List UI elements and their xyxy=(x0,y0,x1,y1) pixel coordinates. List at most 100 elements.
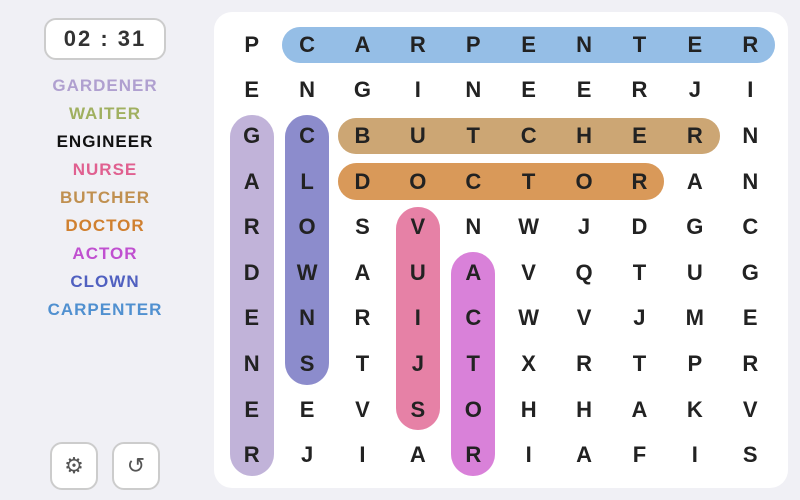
grid-cell[interactable]: M xyxy=(667,296,722,342)
grid-cell[interactable]: V xyxy=(335,387,390,433)
grid-cell[interactable]: V xyxy=(723,387,778,433)
grid-cell[interactable]: S xyxy=(723,432,778,478)
grid-cell[interactable]: R xyxy=(723,22,778,68)
grid-cell[interactable]: A xyxy=(335,250,390,296)
grid-cell[interactable]: I xyxy=(501,432,556,478)
grid-cell[interactable]: H xyxy=(556,387,611,433)
grid-cell[interactable]: E xyxy=(556,68,611,114)
grid-cell[interactable]: I xyxy=(335,432,390,478)
grid-cell[interactable]: S xyxy=(335,204,390,250)
grid-cell[interactable]: R xyxy=(335,296,390,342)
grid-cell[interactable]: J xyxy=(612,296,667,342)
grid-cell[interactable]: U xyxy=(390,250,445,296)
grid-cell[interactable]: A xyxy=(556,432,611,478)
grid-cell[interactable]: D xyxy=(335,159,390,205)
grid-cell[interactable]: J xyxy=(556,204,611,250)
grid-cell[interactable]: G xyxy=(667,204,722,250)
grid-cell[interactable]: N xyxy=(279,296,334,342)
grid-cell[interactable]: I xyxy=(390,68,445,114)
grid-cell[interactable]: C xyxy=(446,159,501,205)
grid-cell[interactable]: C xyxy=(446,296,501,342)
grid-cell[interactable]: A xyxy=(667,159,722,205)
grid-cell[interactable]: P xyxy=(446,22,501,68)
grid-cell[interactable]: O xyxy=(446,387,501,433)
grid-cell[interactable]: K xyxy=(667,387,722,433)
grid-cell[interactable]: E xyxy=(501,22,556,68)
grid-cell[interactable]: V xyxy=(501,250,556,296)
grid-cell[interactable]: N xyxy=(556,22,611,68)
grid-cell[interactable]: T xyxy=(612,22,667,68)
grid-cell[interactable]: W xyxy=(501,296,556,342)
grid-cell[interactable]: O xyxy=(390,159,445,205)
grid-cell[interactable]: X xyxy=(501,341,556,387)
grid-cell[interactable]: U xyxy=(667,250,722,296)
grid-cell[interactable]: F xyxy=(612,432,667,478)
grid-cell[interactable]: G xyxy=(224,113,279,159)
grid-cell[interactable]: O xyxy=(556,159,611,205)
grid-cell[interactable]: R xyxy=(667,113,722,159)
grid-cell[interactable]: V xyxy=(390,204,445,250)
grid-cell[interactable]: A xyxy=(612,387,667,433)
grid-cell[interactable]: E xyxy=(224,296,279,342)
grid-cell[interactable]: W xyxy=(279,250,334,296)
grid-cell[interactable]: E xyxy=(224,387,279,433)
grid-cell[interactable]: I xyxy=(723,68,778,114)
grid-cell[interactable]: D xyxy=(612,204,667,250)
grid-cell[interactable]: G xyxy=(335,68,390,114)
grid-cell[interactable]: T xyxy=(446,341,501,387)
grid-cell[interactable]: P xyxy=(224,22,279,68)
grid-cell[interactable]: C xyxy=(501,113,556,159)
grid-cell[interactable]: R xyxy=(446,432,501,478)
grid-cell[interactable]: H xyxy=(556,113,611,159)
grid-cell[interactable]: S xyxy=(279,341,334,387)
grid-cell[interactable]: R xyxy=(612,68,667,114)
grid-cell[interactable]: N xyxy=(723,113,778,159)
grid-cell[interactable]: S xyxy=(390,387,445,433)
grid-cell[interactable]: R xyxy=(723,341,778,387)
grid-cell[interactable]: J xyxy=(390,341,445,387)
grid-cell[interactable]: E xyxy=(612,113,667,159)
grid-cell[interactable]: R xyxy=(556,341,611,387)
grid-cell[interactable]: A xyxy=(224,159,279,205)
grid-cell[interactable]: H xyxy=(501,387,556,433)
grid-cell[interactable]: T xyxy=(335,341,390,387)
grid-cell[interactable]: E xyxy=(667,22,722,68)
grid-cell[interactable]: T xyxy=(501,159,556,205)
settings-button[interactable]: ⚙ xyxy=(50,442,98,490)
grid-cell[interactable]: A xyxy=(335,22,390,68)
grid-cell[interactable]: C xyxy=(723,204,778,250)
grid-cell[interactable]: D xyxy=(224,250,279,296)
grid-cell[interactable]: O xyxy=(279,204,334,250)
grid-cell[interactable]: E xyxy=(279,387,334,433)
grid-cell[interactable]: C xyxy=(279,22,334,68)
grid-cell[interactable]: E xyxy=(723,296,778,342)
grid-cell[interactable]: J xyxy=(667,68,722,114)
grid-cell[interactable]: U xyxy=(390,113,445,159)
grid-cell[interactable]: R xyxy=(390,22,445,68)
grid-cell[interactable]: L xyxy=(279,159,334,205)
grid-cell[interactable]: G xyxy=(723,250,778,296)
grid-cell[interactable]: T xyxy=(446,113,501,159)
grid-cell[interactable]: E xyxy=(224,68,279,114)
grid-cell[interactable]: R xyxy=(224,204,279,250)
grid-cell[interactable]: I xyxy=(667,432,722,478)
grid-cell[interactable]: I xyxy=(390,296,445,342)
grid-cell[interactable]: Q xyxy=(556,250,611,296)
grid-cell[interactable]: P xyxy=(667,341,722,387)
grid-cell[interactable]: N xyxy=(446,204,501,250)
grid-cell[interactable]: R xyxy=(224,432,279,478)
grid-cell[interactable]: R xyxy=(612,159,667,205)
grid-cell[interactable]: E xyxy=(501,68,556,114)
grid-cell[interactable]: W xyxy=(501,204,556,250)
grid-cell[interactable]: J xyxy=(279,432,334,478)
grid-cell[interactable]: T xyxy=(612,250,667,296)
grid-cell[interactable]: V xyxy=(556,296,611,342)
grid-cell[interactable]: A xyxy=(390,432,445,478)
grid-cell[interactable]: N xyxy=(279,68,334,114)
grid-cell[interactable]: B xyxy=(335,113,390,159)
grid-cell[interactable]: N xyxy=(723,159,778,205)
grid-cell[interactable]: C xyxy=(279,113,334,159)
grid-cell[interactable]: T xyxy=(612,341,667,387)
grid-cell[interactable]: N xyxy=(446,68,501,114)
grid-cell[interactable]: A xyxy=(446,250,501,296)
